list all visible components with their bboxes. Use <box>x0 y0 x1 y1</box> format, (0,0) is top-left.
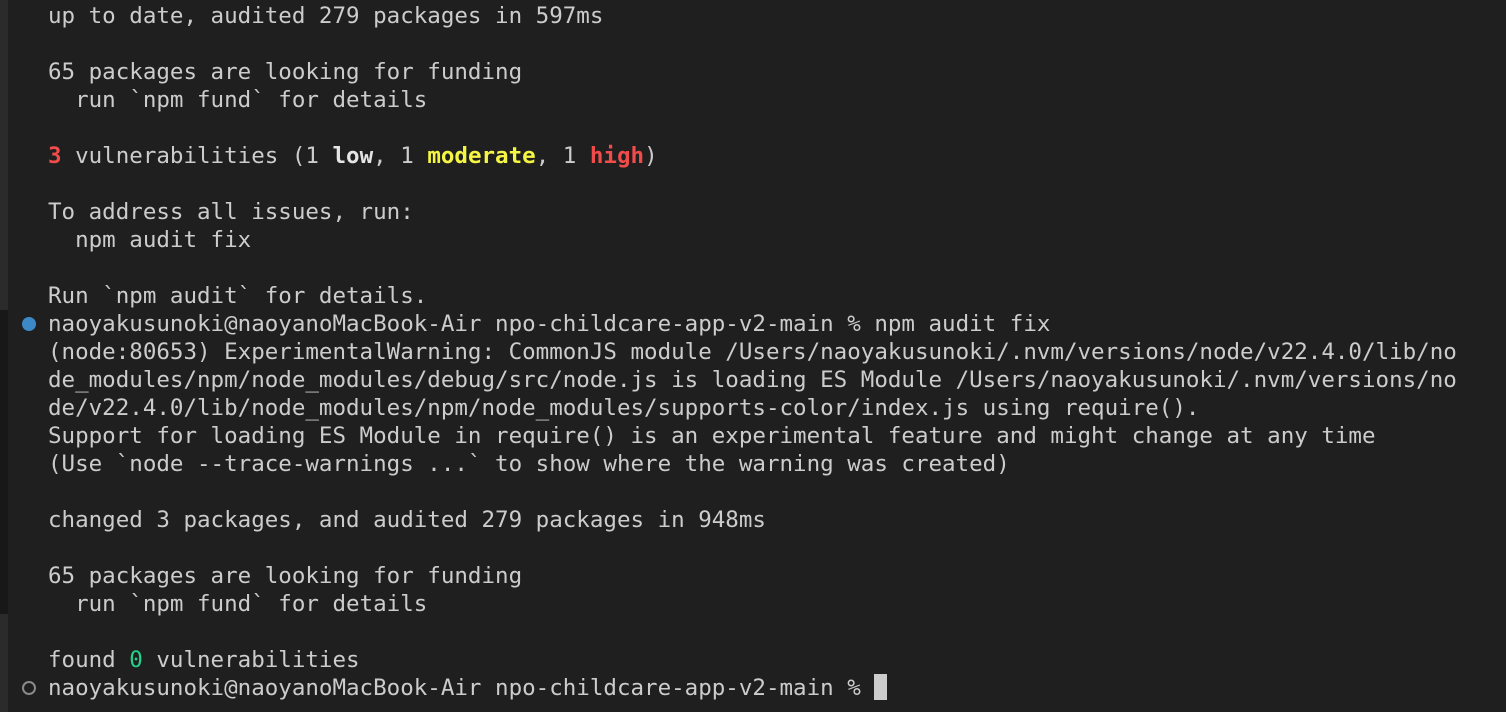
vulnerability-text: , 1 <box>535 143 590 169</box>
severity-low: low <box>332 143 374 169</box>
vulnerability-text: , 1 <box>373 143 428 169</box>
output-line: changed 3 packages, and audited 279 pack… <box>48 507 766 533</box>
output-line: Run `npm audit` for details. <box>48 283 428 309</box>
vulnerability-summary-line: 3 vulnerabilities (1 low, 1 moderate, 1 … <box>48 142 1506 170</box>
warning-line: de_modules/npm/node_modules/debug/src/no… <box>48 367 1457 393</box>
found-count: 0 <box>129 647 143 673</box>
warning-line: de/v22.4.0/lib/node_modules/npm/node_mod… <box>48 395 1200 421</box>
terminal-output: up to date, audited 279 packages in 597m… <box>22 2 1506 702</box>
found-summary-line: found 0 vulnerabilities <box>48 646 1506 674</box>
gutter-segment-previous <box>0 0 8 310</box>
terminal-cursor[interactable] <box>874 674 888 700</box>
command-decoration-icon[interactable] <box>22 681 36 695</box>
command-decoration-icon[interactable] <box>22 317 36 331</box>
warning-line: Support for loading ES Module in require… <box>48 423 1376 449</box>
gutter-segment-current <box>0 614 8 712</box>
output-line: run `npm fund` for details <box>48 87 428 113</box>
warning-line: (Use `node --trace-warnings ...` to show… <box>48 451 1010 477</box>
found-text: vulnerabilities <box>142 647 360 673</box>
prompt-command: naoyakusunoki@naoyanoMacBook-Air npo-chi… <box>48 311 1051 337</box>
found-text: found <box>48 647 130 673</box>
terminal-panel[interactable]: up to date, audited 279 packages in 597m… <box>0 0 1506 712</box>
severity-high: high <box>589 143 645 169</box>
output-line: 65 packages are looking for funding <box>48 59 523 85</box>
warning-line: (node:80653) ExperimentalWarning: Common… <box>48 339 1457 365</box>
output-line: npm audit fix <box>48 227 252 253</box>
output-line: 65 packages are looking for funding <box>48 563 523 589</box>
vulnerability-count: 3 <box>48 143 62 169</box>
terminal-gutter <box>0 0 8 712</box>
vulnerability-text: vulnerabilities (1 <box>61 143 333 169</box>
prompt-line[interactable]: naoyakusunoki@naoyanoMacBook-Air npo-chi… <box>22 674 1506 702</box>
command-line: naoyakusunoki@naoyanoMacBook-Air npo-chi… <box>22 310 1506 338</box>
output-line: To address all issues, run: <box>48 199 414 225</box>
prompt-text: naoyakusunoki@naoyanoMacBook-Air npo-chi… <box>48 675 875 701</box>
severity-moderate: moderate <box>427 143 536 169</box>
output-line: run `npm fund` for details <box>48 591 428 617</box>
vulnerability-text: ) <box>644 143 658 169</box>
output-line: up to date, audited 279 packages in 597m… <box>48 3 604 29</box>
